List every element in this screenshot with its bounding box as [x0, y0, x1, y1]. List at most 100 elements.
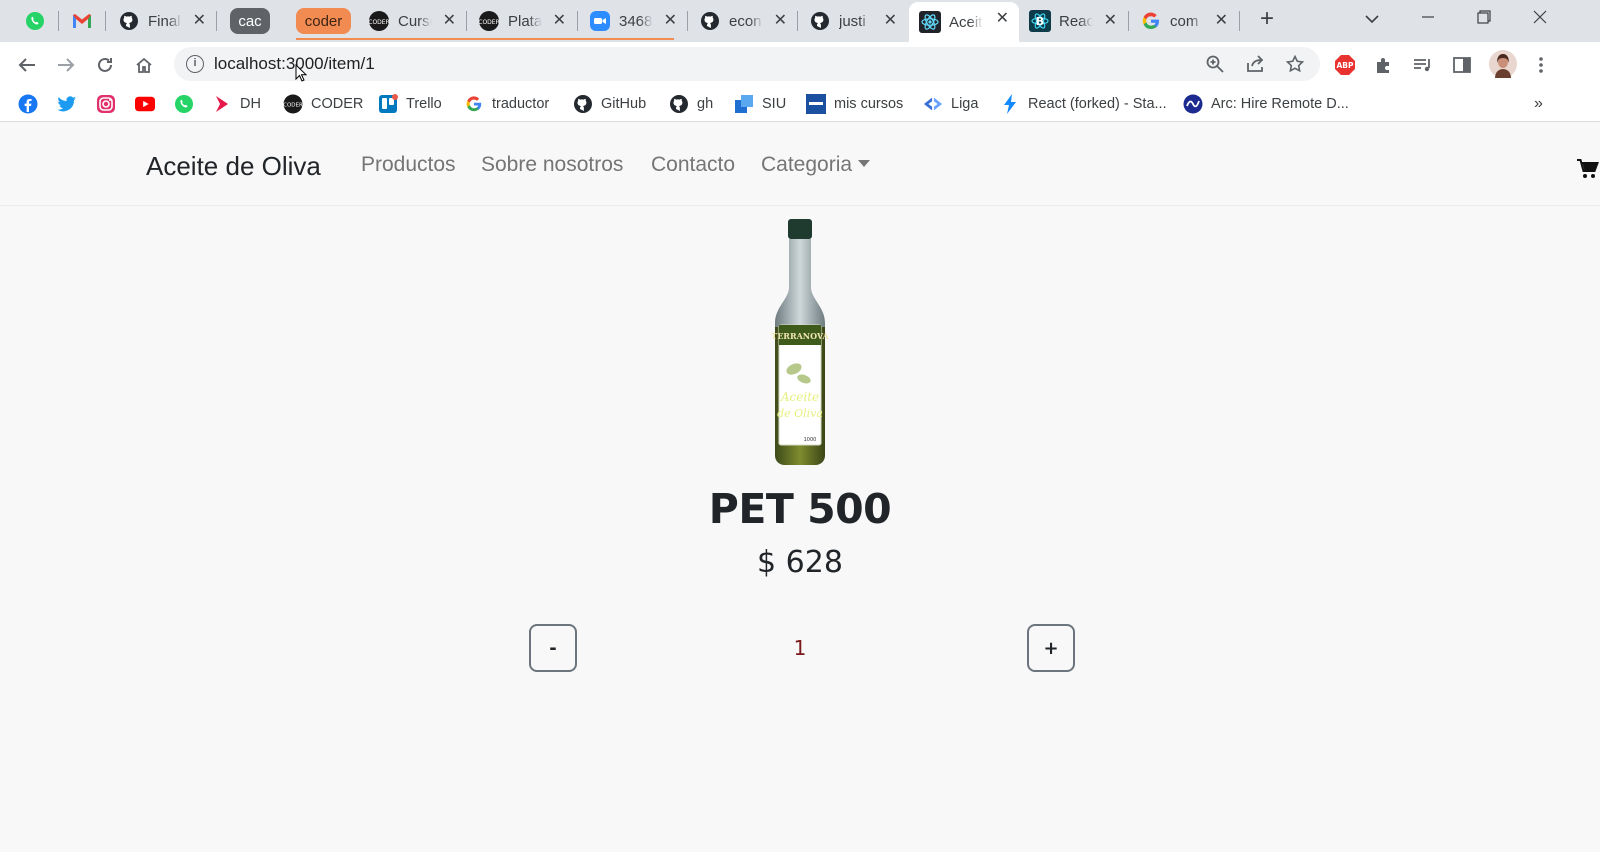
close-tab-icon[interactable]: ✕: [553, 12, 566, 30]
chrome-menu-icon[interactable]: [1528, 52, 1554, 78]
bookmark-dh[interactable]: DH: [212, 93, 261, 115]
close-tab-icon[interactable]: ✕: [996, 10, 1009, 28]
react-bootstrap-icon: B: [1029, 10, 1051, 32]
svg-text:TERRANOVA: TERRANOVA: [771, 331, 829, 341]
reload-icon[interactable]: [92, 52, 118, 78]
product-title: PET 500: [708, 485, 892, 533]
bookmark-gh[interactable]: gh: [669, 93, 713, 115]
close-window-icon[interactable]: [1520, 6, 1560, 34]
quantity-value: 1: [793, 636, 807, 660]
google-icon: [464, 94, 484, 114]
nav-link-contacto[interactable]: Contacto: [651, 153, 735, 177]
media-controls-icon[interactable]: [1410, 52, 1436, 78]
side-panel-icon[interactable]: [1449, 52, 1475, 78]
gmail-icon: [73, 14, 91, 28]
shopping-cart-icon[interactable]: [1577, 159, 1599, 184]
bookmark-coder[interactable]: CODER CODER: [283, 93, 363, 115]
tab-justi[interactable]: justi ✕: [799, 4, 907, 38]
bookmark-facebook[interactable]: [18, 93, 38, 115]
svg-text:CODER: CODER: [368, 19, 390, 26]
nav-link-productos[interactable]: Productos: [361, 153, 456, 177]
share-icon[interactable]: [1246, 55, 1266, 78]
home-icon[interactable]: [131, 52, 157, 78]
profile-avatar[interactable]: [1489, 50, 1517, 78]
svg-text:CODER: CODER: [283, 103, 303, 109]
bookmark-liga[interactable]: Liga: [923, 93, 978, 115]
pinned-tab-whatsapp[interactable]: [20, 6, 50, 36]
bookmark-twitter[interactable]: [57, 93, 77, 115]
adblock-plus-icon[interactable]: ABP: [1332, 52, 1358, 78]
tab-aceite-active[interactable]: Aceit ✕: [909, 2, 1019, 42]
facebook-icon: [18, 94, 38, 114]
tab-plata[interactable]: CODER Plata ✕: [468, 4, 576, 38]
increment-button[interactable]: +: [1027, 624, 1075, 672]
bookmark-arc[interactable]: Arc: Hire Remote D...: [1183, 93, 1349, 115]
page-content: Aceite de Oliva Productos Sobre nosotros…: [0, 123, 1600, 852]
dropdown-label: Categoria: [761, 153, 853, 176]
navbar-brand[interactable]: Aceite de Oliva: [146, 151, 321, 182]
close-tab-icon[interactable]: ✕: [1215, 12, 1228, 30]
bookmark-siu[interactable]: SIU: [734, 93, 786, 115]
bookmark-whatsapp[interactable]: [174, 93, 194, 115]
product-image: TERRANOVA Aceite de Oliva 1000: [771, 219, 830, 465]
tab-group-coder[interactable]: coder: [296, 8, 351, 34]
bookmark-react-forked[interactable]: React (forked) - Sta...: [1000, 93, 1167, 115]
decrement-button[interactable]: -: [529, 624, 577, 672]
svg-text:Aceite: Aceite: [780, 390, 819, 404]
stackblitz-bolt-icon: [1000, 94, 1020, 114]
svg-text:ABP: ABP: [1336, 61, 1354, 70]
whatsapp-icon: [26, 12, 44, 30]
nav-dropdown-categoria[interactable]: Categoria: [761, 153, 871, 177]
svg-text:CODER: CODER: [478, 19, 500, 26]
bookmarks-overflow-chevron-icon[interactable]: »: [1534, 93, 1543, 115]
tab-search-chevron-icon[interactable]: [1352, 6, 1392, 34]
tab-strip: Final ✕ cac coder CODER Curso ✕ CODER Pl…: [0, 0, 1600, 42]
tab-curso[interactable]: CODER Curso ✕: [358, 4, 466, 38]
svg-text:de Oliva: de Oliva: [777, 407, 823, 420]
coderhouse-icon: CODER: [368, 10, 390, 32]
minimize-icon[interactable]: [1408, 6, 1448, 34]
bookmark-youtube[interactable]: [135, 93, 155, 115]
mouse-cursor-icon: [295, 64, 307, 82]
bookmark-trello[interactable]: Trello: [378, 93, 442, 115]
caret-down-icon: [858, 160, 871, 167]
back-arrow-icon[interactable]: [14, 52, 40, 78]
zoom-icon: [589, 10, 611, 32]
close-tab-icon[interactable]: ✕: [884, 12, 897, 30]
tab-react-bootstrap[interactable]: B Reac ✕: [1019, 4, 1127, 38]
youtube-icon: [135, 94, 155, 114]
mis-cursos-icon: [806, 94, 826, 114]
twitter-icon: [57, 94, 77, 114]
github-icon: [573, 94, 593, 114]
bookmark-traductor[interactable]: traductor: [464, 93, 549, 115]
bookmark-star-icon[interactable]: [1285, 54, 1305, 78]
tab-final[interactable]: Final ✕: [108, 4, 216, 38]
tab-econ[interactable]: econ ✕: [689, 4, 797, 38]
tab-group-cac[interactable]: cac: [230, 8, 270, 34]
zoom-magnifier-icon[interactable]: [1206, 55, 1224, 78]
pinned-tab-gmail[interactable]: [67, 6, 97, 36]
close-tab-icon[interactable]: ✕: [443, 12, 456, 30]
forward-arrow-icon[interactable]: [53, 52, 79, 78]
address-bar[interactable]: i localhost:3000/item/1: [174, 47, 1320, 81]
close-tab-icon[interactable]: ✕: [1104, 12, 1117, 30]
nav-link-sobre-nosotros[interactable]: Sobre nosotros: [481, 153, 623, 177]
close-tab-icon[interactable]: ✕: [774, 12, 787, 30]
extensions-puzzle-icon[interactable]: [1371, 52, 1397, 78]
svg-text:B: B: [1036, 15, 1044, 28]
arc-icon: [1183, 94, 1203, 114]
svg-text:1000: 1000: [804, 437, 817, 443]
restore-icon[interactable]: [1464, 6, 1504, 34]
tab-google[interactable]: com ✕: [1130, 4, 1238, 38]
close-tab-icon[interactable]: ✕: [664, 12, 677, 30]
digital-house-icon: [212, 94, 232, 114]
bookmark-github[interactable]: GitHub: [573, 93, 646, 115]
tab-zoom[interactable]: 3468 ✕: [579, 4, 687, 38]
react-icon: [919, 11, 941, 33]
bookmark-instagram[interactable]: [96, 93, 116, 115]
github-icon: [809, 10, 831, 32]
site-info-icon[interactable]: i: [186, 55, 204, 73]
close-tab-icon[interactable]: ✕: [193, 12, 206, 30]
new-tab-button[interactable]: +: [1253, 6, 1281, 34]
bookmark-mis-cursos[interactable]: mis cursos: [806, 93, 903, 115]
